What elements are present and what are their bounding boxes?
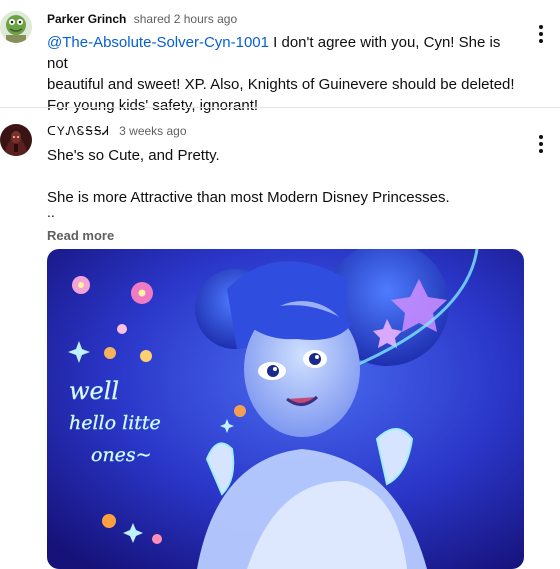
avatar[interactable] — [0, 11, 32, 43]
more-vert-icon[interactable] — [531, 22, 551, 46]
read-more-button[interactable]: Read more — [47, 228, 114, 243]
comment-text-line: She is more Attractive than most Modern … — [47, 189, 450, 206]
art-text-line: hello litte — [69, 412, 161, 434]
comment-text-line: beautiful and sweet! XP. Also, Knights o… — [47, 76, 515, 93]
timestamp[interactable]: shared 2 hours ago — [134, 12, 237, 26]
art-text-line: ones~ — [91, 444, 152, 466]
avatar[interactable] — [0, 124, 32, 156]
author-name[interactable]: ᑕYᏁᏋᎦᎦᏗ — [47, 124, 110, 138]
comment-header: ᑕYᏁᏋᎦᎦᏗ 3 weeks ago — [47, 124, 187, 139]
comment-header: Parker Grinch shared 2 hours ago — [47, 12, 237, 26]
timestamp[interactable]: 3 weeks ago — [119, 124, 186, 138]
mention-link[interactable]: @The-Absolute-Solver-Cyn-1001 — [47, 34, 269, 51]
more-vert-icon[interactable] — [531, 132, 551, 156]
comment-parker: Parker Grinch shared 2 hours ago @The-Ab… — [0, 0, 560, 114]
comment-text: She's so Cute, and Pretty. She is more A… — [47, 145, 517, 208]
attached-image[interactable]: well hello litte ones~ — [47, 249, 524, 569]
truncation-ellipsis: .. — [47, 204, 55, 220]
author-name[interactable]: Parker Grinch — [47, 12, 126, 26]
comment-text: @The-Absolute-Solver-Cyn-1001 I don't ag… — [47, 32, 517, 116]
art-text-line: well — [69, 377, 119, 405]
comment-text-line: She's so Cute, and Pretty. — [47, 147, 220, 164]
